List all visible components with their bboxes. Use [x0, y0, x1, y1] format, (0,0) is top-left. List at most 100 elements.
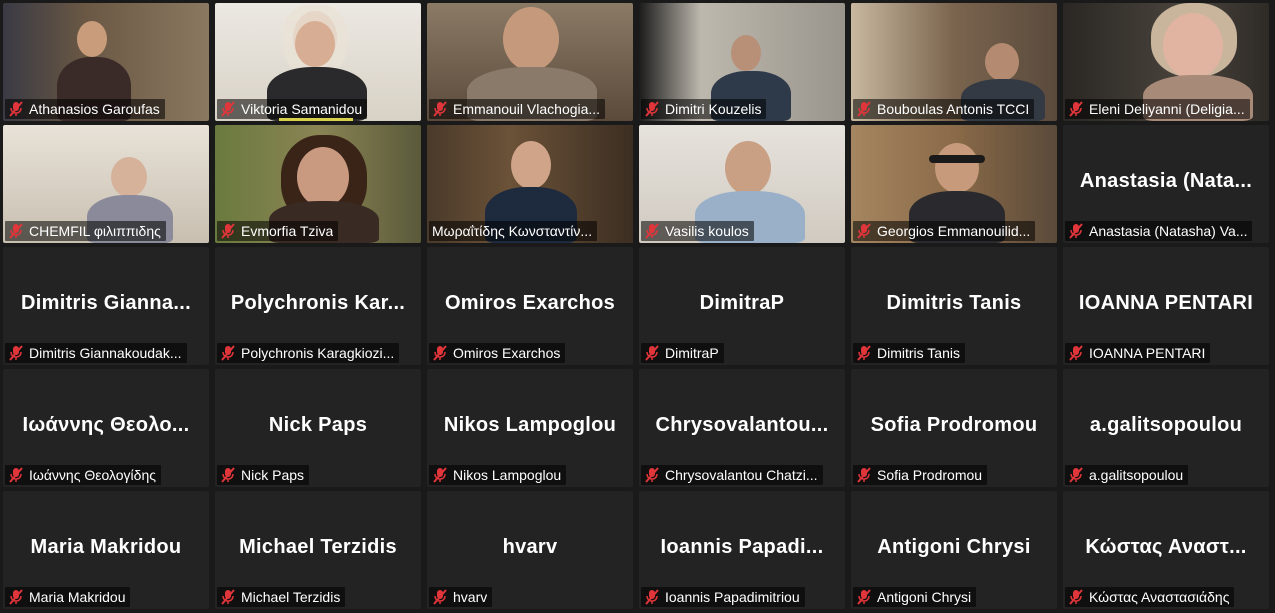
participant-tile[interactable]: CHEMFIL φιλιππιδης — [3, 125, 209, 243]
participant-tile[interactable]: Ιωάννης Θεολο... Ιωάννης Θεολογίδης — [3, 369, 209, 487]
mic-muted-icon — [857, 101, 871, 117]
mic-muted-icon — [645, 223, 659, 239]
participant-display-name: Polychronis Kar... — [230, 292, 406, 315]
participant-name: Chrysovalantou Chatzi... — [665, 467, 818, 483]
participant-name-label: Ioannis Papadimitriou — [641, 587, 805, 607]
participant-tile[interactable]: Eleni Deliyanni (Deligia... — [1063, 3, 1269, 121]
participant-tile[interactable]: hvarv hvarv — [427, 491, 633, 609]
participant-name-label: Κώστας Αναστασιάδης — [1065, 587, 1235, 607]
participant-name: Nick Paps — [241, 467, 305, 483]
mic-muted-icon — [433, 589, 447, 605]
participant-name-label: a.galitsopoulou — [1065, 465, 1189, 485]
participant-tile[interactable]: Polychronis Kar... Polychronis Karagkiozi… — [215, 247, 421, 365]
gallery-grid: Athanasios Garoufas Viktoria Samanidou E… — [0, 0, 1275, 613]
participant-name: CHEMFIL φιλιππιδης — [29, 223, 161, 239]
participant-tile[interactable]: Bouboulas Antonis TCCI — [851, 3, 1057, 121]
participant-display-name: Dimitris Gianna... — [21, 292, 191, 315]
mic-muted-icon — [9, 345, 23, 361]
participant-display-name: Nikos Lampoglou — [443, 414, 617, 437]
participant-name: Viktoria Samanidou — [241, 101, 363, 117]
mic-muted-icon — [645, 589, 659, 605]
participant-tile[interactable]: IOANNA PENTARI IOANNA PENTARI — [1063, 247, 1269, 365]
participant-name: hvarv — [453, 589, 488, 605]
participant-name: Nikos Lampoglou — [453, 467, 562, 483]
participant-name: Eleni Deliyanni (Deligia... — [1089, 101, 1245, 117]
participant-display-name: Sofia Prodromou — [870, 414, 1038, 437]
mic-muted-icon — [433, 467, 447, 483]
participant-name: Dimitris Giannakoudak... — [29, 345, 182, 361]
participant-tile-active-speaker[interactable]: Μωραΐτίδης Κωνσταντίν... — [427, 125, 633, 243]
participant-name: Dimitris Tanis — [877, 345, 960, 361]
participant-display-name: Maria Makridou — [30, 536, 182, 559]
participant-display-name: IOANNA PENTARI — [1078, 292, 1254, 315]
mic-muted-icon — [857, 467, 871, 483]
participant-name-label: Maria Makridou — [5, 587, 131, 607]
participant-display-name: Antigoni Chrysi — [877, 536, 1031, 559]
participant-tile[interactable]: Viktoria Samanidou — [215, 3, 421, 121]
participant-display-name: Ioannis Papadi... — [660, 536, 824, 559]
speaking-indicator — [279, 118, 353, 121]
participant-name-label: Emmanouil Vlachogia... — [429, 99, 606, 119]
participant-display-name: Chrysovalantou... — [655, 414, 829, 437]
participant-name-label: IOANNA PENTARI — [1065, 343, 1211, 363]
participant-tile[interactable]: Antigoni Chrysi Antigoni Chrysi — [851, 491, 1057, 609]
participant-name: Μωραΐτίδης Κωνσταντίν... — [432, 223, 593, 239]
participant-tile[interactable]: Evmorfia Tziva — [215, 125, 421, 243]
mic-muted-icon — [433, 101, 447, 117]
mic-muted-icon — [221, 345, 235, 361]
participant-name: Omiros Exarchos — [453, 345, 561, 361]
participant-tile[interactable]: Omiros Exarchos Omiros Exarchos — [427, 247, 633, 365]
mic-muted-icon — [221, 223, 235, 239]
participant-tile[interactable]: Athanasios Garoufas — [3, 3, 209, 121]
mic-muted-icon — [1069, 223, 1083, 239]
participant-name-label: Polychronis Karagkiozi... — [217, 343, 400, 363]
participant-name: Anastasia (Natasha) Va... — [1089, 223, 1248, 239]
mic-muted-icon — [645, 345, 659, 361]
participant-tile[interactable]: Georgios Emmanouilid... — [851, 125, 1057, 243]
participant-name-label: Nick Paps — [217, 465, 310, 485]
participant-tile[interactable]: Nick Paps Nick Paps — [215, 369, 421, 487]
participant-name: a.galitsopoulou — [1089, 467, 1184, 483]
participant-tile[interactable]: Emmanouil Vlachogia... — [427, 3, 633, 121]
mic-muted-icon — [1069, 101, 1083, 117]
participant-tile[interactable]: Sofia Prodromou Sofia Prodromou — [851, 369, 1057, 487]
participant-tile[interactable]: Dimitri Kouzelis — [639, 3, 845, 121]
participant-name: Evmorfia Tziva — [241, 223, 334, 239]
participant-display-name: Omiros Exarchos — [444, 292, 616, 315]
participant-tile[interactable]: Nikos Lampoglou Nikos Lampoglou — [427, 369, 633, 487]
participant-tile[interactable]: Κώστας Αναστ... Κώστας Αναστασιάδης — [1063, 491, 1269, 609]
participant-name: Dimitri Kouzelis — [665, 101, 762, 117]
participant-tile[interactable]: Dimitris Tanis Dimitris Tanis — [851, 247, 1057, 365]
participant-tile[interactable]: Anastasia (Nata... Anastasia (Natasha) V… — [1063, 125, 1269, 243]
participant-name-label: Georgios Emmanouilid... — [853, 221, 1036, 241]
participant-name: Bouboulas Antonis TCCI — [877, 101, 1030, 117]
participant-name-label: Athanasios Garoufas — [5, 99, 165, 119]
participant-name: Maria Makridou — [29, 589, 126, 605]
participant-name-label: Chrysovalantou Chatzi... — [641, 465, 823, 485]
participant-name: Sofia Prodromou — [877, 467, 983, 483]
participant-name: DimitraP — [665, 345, 719, 361]
participant-name-label: Vasilis koulos — [641, 221, 754, 241]
participant-name-label: Dimitri Kouzelis — [641, 99, 767, 119]
participant-display-name: hvarv — [502, 536, 558, 559]
mic-muted-icon — [1069, 467, 1083, 483]
participant-tile[interactable]: Michael Terzidis Michael Terzidis — [215, 491, 421, 609]
participant-tile[interactable]: Dimitris Gianna... Dimitris Giannakoudak.… — [3, 247, 209, 365]
participant-name-label: Michael Terzidis — [217, 587, 346, 607]
participant-tile[interactable]: Ioannis Papadi... Ioannis Papadimitriou — [639, 491, 845, 609]
participant-tile[interactable]: Maria Makridou Maria Makridou — [3, 491, 209, 609]
mic-muted-icon — [857, 345, 871, 361]
participant-name-label: Nikos Lampoglou — [429, 465, 567, 485]
participant-tile[interactable]: a.galitsopoulou a.galitsopoulou — [1063, 369, 1269, 487]
mic-muted-icon — [9, 467, 23, 483]
participant-display-name: Nick Paps — [268, 414, 368, 437]
participant-name-label: Dimitris Giannakoudak... — [5, 343, 187, 363]
participant-name: Antigoni Chrysi — [877, 589, 972, 605]
participant-tile[interactable]: Vasilis koulos — [639, 125, 845, 243]
mic-muted-icon — [433, 345, 447, 361]
participant-display-name: a.galitsopoulou — [1089, 414, 1243, 437]
participant-tile[interactable]: Chrysovalantou... Chrysovalantou Chatzi..… — [639, 369, 845, 487]
mic-muted-icon — [9, 223, 23, 239]
participant-name-label: Sofia Prodromou — [853, 465, 988, 485]
participant-tile[interactable]: DimitraP DimitraP — [639, 247, 845, 365]
